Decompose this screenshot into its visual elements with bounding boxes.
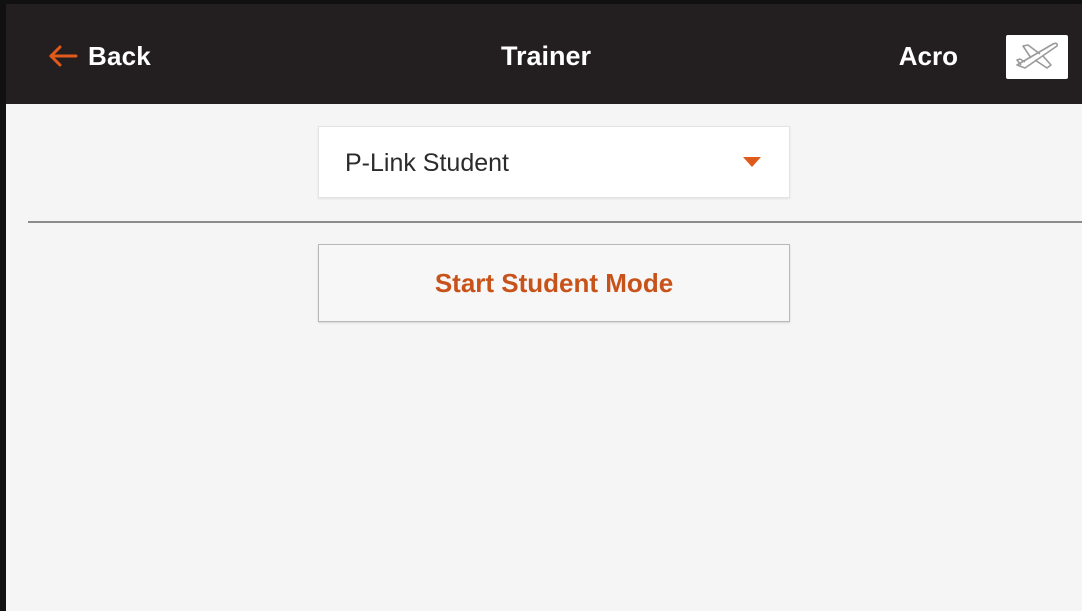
trainer-mode-value: P-Link Student xyxy=(345,149,509,177)
divider xyxy=(28,221,1082,223)
airplane-icon xyxy=(1013,38,1061,77)
top-bar: Back Trainer Acro xyxy=(6,4,1082,104)
page-title: Trainer xyxy=(500,41,592,71)
screen: Back Trainer Acro P-Link Student Start S… xyxy=(0,0,1082,611)
trainer-mode-dropdown[interactable]: P-Link Student xyxy=(318,126,790,198)
model-name[interactable]: Acro xyxy=(899,34,958,78)
back-label: Back xyxy=(88,40,151,71)
back-button[interactable]: Back xyxy=(48,34,151,78)
model-type-button[interactable] xyxy=(1006,35,1068,79)
caret-down-icon xyxy=(743,157,761,167)
start-student-mode-button[interactable]: Start Student Mode xyxy=(318,244,790,322)
arrow-left-icon xyxy=(48,45,78,67)
